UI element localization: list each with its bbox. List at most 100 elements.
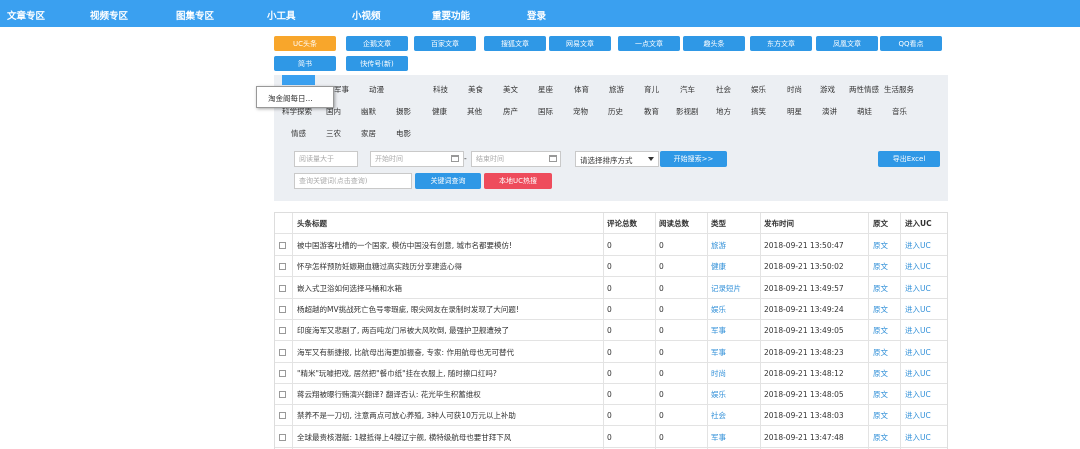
category-item[interactable]: 其他 bbox=[467, 106, 482, 117]
category-item[interactable]: 摄影 bbox=[396, 106, 411, 117]
keyword-input[interactable] bbox=[294, 173, 412, 189]
row-checkbox[interactable] bbox=[279, 242, 286, 249]
category-item[interactable]: 军事 bbox=[334, 84, 349, 95]
source-button-kuaichuan[interactable]: 快传号(新) bbox=[346, 56, 408, 71]
nav-item-short-videos[interactable]: 小视频 bbox=[352, 8, 381, 22]
source-button-sohu[interactable]: 搜狐文章 bbox=[484, 36, 546, 51]
category-item[interactable]: 科技 bbox=[433, 84, 448, 95]
keyword-search-button[interactable]: 关键词查询 bbox=[415, 173, 481, 189]
calendar-icon[interactable] bbox=[549, 155, 557, 162]
category-item[interactable]: 演讲 bbox=[822, 106, 837, 117]
category-item[interactable]: 三农 bbox=[326, 128, 341, 139]
category-item[interactable]: 教育 bbox=[644, 106, 659, 117]
row-checkbox[interactable] bbox=[279, 391, 286, 399]
row-enter-uc-link[interactable]: 进入UC bbox=[905, 427, 931, 448]
nav-item-tools[interactable]: 小工具 bbox=[267, 8, 296, 22]
category-item[interactable]: 旅游 bbox=[609, 84, 624, 95]
row-enter-uc-link[interactable]: 进入UC bbox=[905, 235, 931, 256]
calendar-icon[interactable] bbox=[451, 155, 459, 162]
row-original-link[interactable]: 原文 bbox=[873, 405, 888, 426]
category-item[interactable]: 动漫 bbox=[369, 84, 384, 95]
row-checkbox[interactable] bbox=[279, 348, 286, 356]
category-item[interactable]: 影视剧 bbox=[676, 106, 699, 117]
category-item[interactable]: 家居 bbox=[361, 128, 376, 139]
row-checkbox[interactable] bbox=[279, 284, 286, 292]
category-item[interactable]: 房产 bbox=[503, 106, 518, 117]
sort-select[interactable]: 请选择排序方式 bbox=[575, 151, 659, 167]
row-checkbox[interactable] bbox=[279, 369, 286, 377]
row-enter-uc-link[interactable]: 进入UC bbox=[905, 405, 931, 426]
row-original-link[interactable]: 原文 bbox=[873, 299, 888, 320]
row-checkbox[interactable] bbox=[279, 412, 286, 420]
nav-item-videos[interactable]: 视频专区 bbox=[90, 8, 128, 22]
category-item[interactable]: 时尚 bbox=[787, 84, 802, 95]
row-original-link[interactable]: 原文 bbox=[873, 363, 888, 384]
row-original-link[interactable]: 原文 bbox=[873, 320, 888, 341]
category-item[interactable]: 地方 bbox=[716, 106, 731, 117]
source-button-yidian[interactable]: 一点文章 bbox=[618, 36, 680, 51]
table-row: 杨超越的MV挑战死亡色号零瑕疵, 眼尖网友在录制时发现了大问题! 0 0 娱乐 2018… bbox=[275, 299, 947, 320]
row-original-link[interactable]: 原文 bbox=[873, 235, 888, 256]
category-item[interactable]: 宠物 bbox=[573, 106, 588, 117]
row-enter-uc-link[interactable]: 进入UC bbox=[905, 278, 931, 299]
row-original-link[interactable]: 原文 bbox=[873, 256, 888, 277]
category-selected-tab[interactable] bbox=[282, 75, 315, 85]
source-button-dongfang[interactable]: 东方文章 bbox=[750, 36, 812, 51]
category-item[interactable]: 星座 bbox=[538, 84, 553, 95]
source-button-netease[interactable]: 网易文章 bbox=[549, 36, 611, 51]
read-count-input[interactable] bbox=[294, 151, 358, 167]
row-original-link[interactable]: 原文 bbox=[873, 427, 888, 448]
category-item[interactable]: 搞笑 bbox=[751, 106, 766, 117]
source-button-qq[interactable]: QQ看点 bbox=[880, 36, 942, 51]
category-item[interactable]: 萌娃 bbox=[857, 106, 872, 117]
source-button-jianshu[interactable]: 简书 bbox=[274, 56, 336, 71]
export-excel-button[interactable]: 导出Excel bbox=[878, 151, 940, 167]
row-enter-uc-link[interactable]: 进入UC bbox=[905, 342, 931, 363]
nav-item-login[interactable]: 登录 bbox=[527, 8, 546, 22]
row-original-link[interactable]: 原文 bbox=[873, 384, 888, 405]
source-button-fenghuang[interactable]: 凤凰文章 bbox=[816, 36, 878, 51]
row-enter-uc-link[interactable]: 进入UC bbox=[905, 363, 931, 384]
category-item[interactable]: 体育 bbox=[574, 84, 589, 95]
row-original-link[interactable]: 原文 bbox=[873, 278, 888, 299]
start-search-button[interactable]: 开始搜索>> bbox=[660, 151, 727, 167]
popup-menu[interactable]: 淘金阁每日... bbox=[256, 86, 334, 108]
row-enter-uc-link[interactable]: 进入UC bbox=[905, 299, 931, 320]
category-item[interactable]: 健康 bbox=[432, 106, 447, 117]
category-item[interactable]: 历史 bbox=[608, 106, 623, 117]
category-item[interactable]: 幽默 bbox=[361, 106, 376, 117]
row-original-link[interactable]: 原文 bbox=[873, 342, 888, 363]
category-item[interactable]: 社会 bbox=[716, 84, 731, 95]
start-time-input[interactable] bbox=[370, 151, 464, 167]
category-item[interactable]: 两性情感 bbox=[849, 84, 879, 95]
end-time-input[interactable] bbox=[471, 151, 561, 167]
source-button-qutoutiao[interactable]: 趣头条 bbox=[683, 36, 745, 51]
source-button-qie[interactable]: 企鹅文章 bbox=[346, 36, 408, 51]
row-checkbox[interactable] bbox=[279, 263, 286, 271]
row-checkbox[interactable] bbox=[279, 305, 286, 313]
category-item[interactable]: 游戏 bbox=[820, 84, 835, 95]
row-enter-uc-link[interactable]: 进入UC bbox=[905, 256, 931, 277]
source-button-baijia[interactable]: 百家文章 bbox=[414, 36, 476, 51]
category-item[interactable]: 电影 bbox=[396, 128, 411, 139]
popup-text[interactable]: 淘金阁每日... bbox=[268, 94, 313, 103]
row-enter-uc-link[interactable]: 进入UC bbox=[905, 320, 931, 341]
category-item[interactable]: 美文 bbox=[503, 84, 518, 95]
category-item[interactable]: 美食 bbox=[468, 84, 483, 95]
nav-item-articles[interactable]: 文章专区 bbox=[7, 8, 45, 22]
category-item[interactable]: 国际 bbox=[538, 106, 553, 117]
category-item[interactable]: 育儿 bbox=[644, 84, 659, 95]
category-item[interactable]: 明星 bbox=[787, 106, 802, 117]
category-item[interactable]: 娱乐 bbox=[751, 84, 766, 95]
source-button-uc[interactable]: UC头条 bbox=[274, 36, 336, 51]
category-item[interactable]: 汽车 bbox=[680, 84, 695, 95]
nav-item-important[interactable]: 重要功能 bbox=[432, 8, 470, 22]
row-checkbox[interactable] bbox=[279, 327, 286, 335]
category-item[interactable]: 音乐 bbox=[892, 106, 907, 117]
local-uc-hot-button[interactable]: 本地UC热搜 bbox=[484, 173, 552, 189]
category-item[interactable]: 情感 bbox=[291, 128, 306, 139]
nav-item-galleries[interactable]: 图集专区 bbox=[176, 8, 214, 22]
row-enter-uc-link[interactable]: 进入UC bbox=[905, 384, 931, 405]
row-checkbox[interactable] bbox=[279, 433, 286, 441]
category-item[interactable]: 生活服务 bbox=[884, 84, 914, 95]
